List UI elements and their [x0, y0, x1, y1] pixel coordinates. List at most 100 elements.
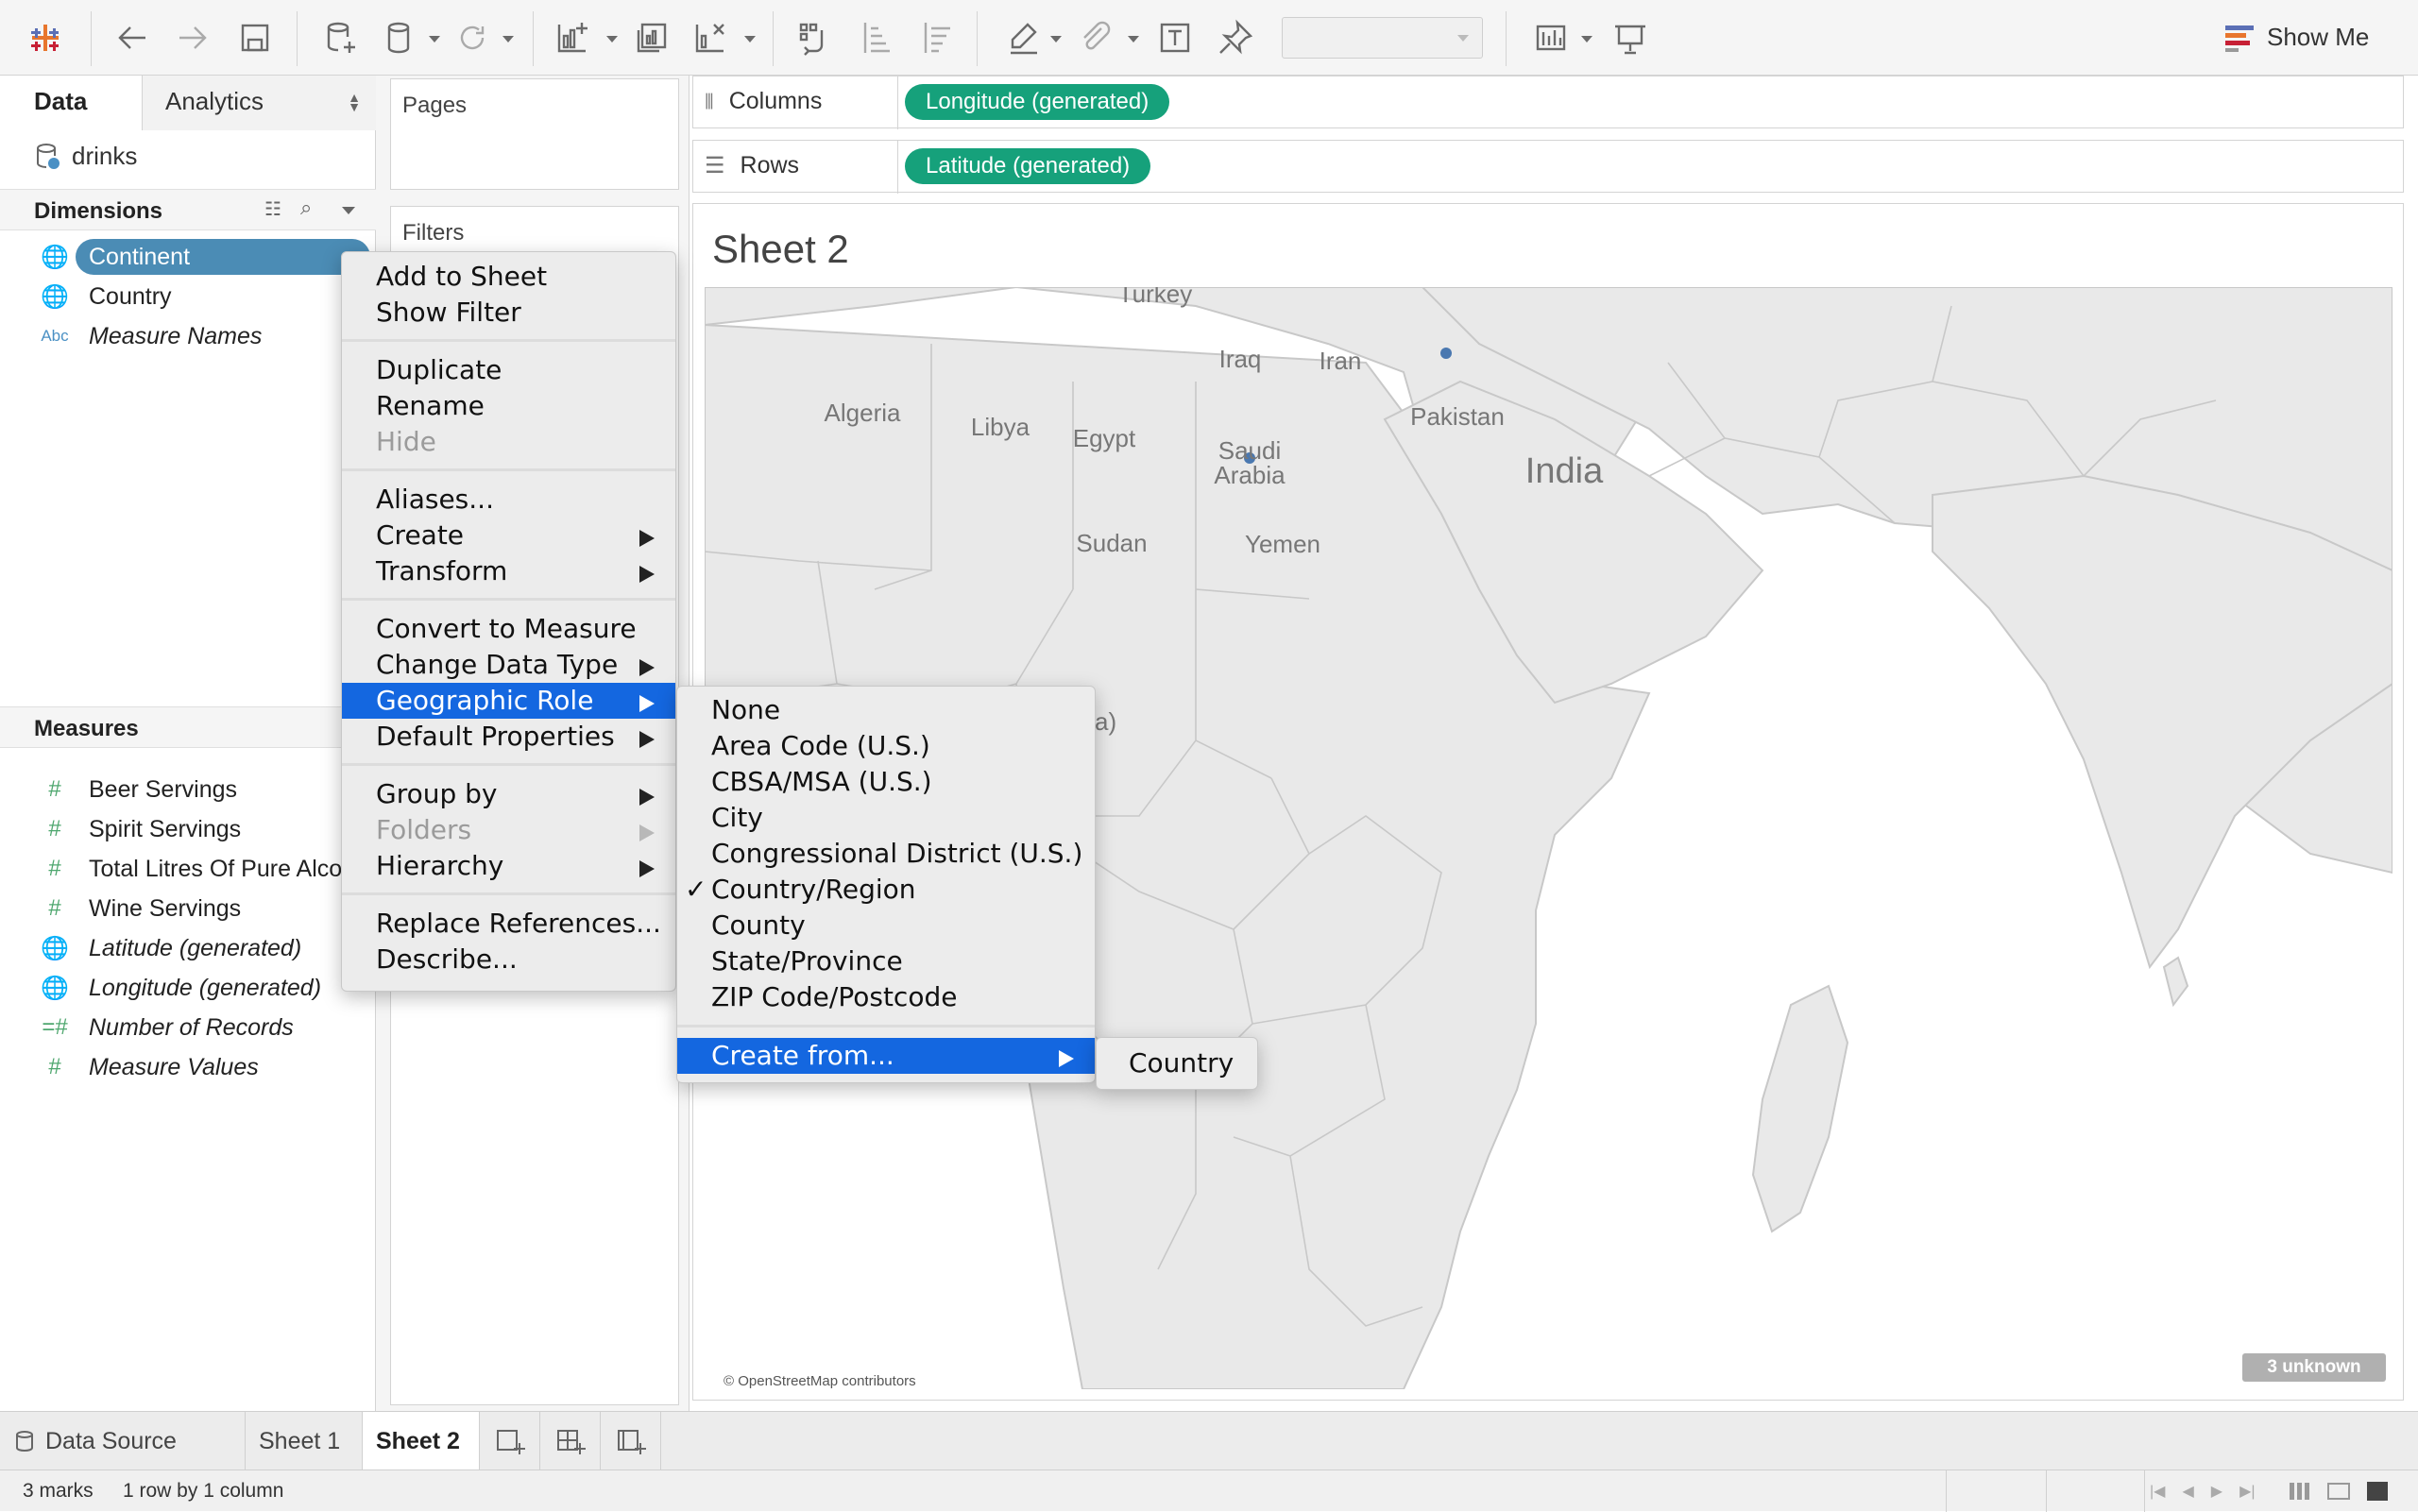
menu-describe[interactable]: Describe...	[342, 942, 675, 977]
menu-transform[interactable]: Transform	[342, 553, 675, 589]
filmstrip-view-icon[interactable]	[2327, 1483, 2350, 1500]
first-sheet-icon[interactable]: |◀	[2150, 1482, 2165, 1501]
tab-sheet-2[interactable]: Sheet 2	[363, 1412, 480, 1470]
undo-icon[interactable]	[111, 17, 153, 59]
last-sheet-icon[interactable]: ▶|	[2239, 1482, 2255, 1501]
datasource-icon[interactable]	[378, 17, 419, 59]
swap-icon[interactable]	[793, 17, 835, 59]
view-cards-icon[interactable]	[1530, 17, 1572, 59]
menu-add-to-sheet[interactable]: Add to Sheet	[342, 259, 675, 295]
geo-congressional-district[interactable]: Congressional District (U.S.)	[677, 836, 1095, 872]
menu-default-properties[interactable]: Default Properties	[342, 719, 675, 755]
save-icon[interactable]	[234, 17, 276, 59]
geo-city[interactable]: City	[677, 800, 1095, 836]
group-icon[interactable]	[1075, 17, 1116, 59]
geo-area-code[interactable]: Area Code (U.S.)	[677, 728, 1095, 764]
search-icon[interactable]: ⌕	[300, 195, 312, 220]
sort-ascending-icon[interactable]	[856, 17, 897, 59]
dimensions-menu-icon[interactable]	[342, 207, 355, 214]
field-longitude[interactable]: 🌐 Longitude (generated)	[38, 970, 321, 1006]
new-datasource-icon[interactable]	[319, 17, 361, 59]
menu-show-filter[interactable]: Show Filter	[342, 295, 675, 331]
geo-create-from[interactable]: Create from...	[677, 1038, 1095, 1074]
label-egypt: Egypt	[1073, 424, 1136, 452]
geo-state-province[interactable]: State/Province	[677, 943, 1095, 979]
fit-dropdown[interactable]	[1282, 17, 1483, 59]
group-dropdown-icon[interactable]	[1128, 36, 1139, 42]
tab-analytics[interactable]: Analytics ▲ ▼	[142, 76, 376, 130]
grid-view-icon[interactable]	[2290, 1483, 2310, 1500]
menu-aliases[interactable]: Aliases...	[342, 482, 675, 518]
columns-shelf[interactable]: ⦀ Columns Longitude (generated)	[692, 76, 2404, 129]
field-latitude[interactable]: 🌐 Latitude (generated)	[38, 930, 301, 966]
geo-cbsa-msa[interactable]: CBSA/MSA (U.S.)	[677, 764, 1095, 800]
label-saudi-arabia: Saudi Arabia	[1214, 436, 1286, 489]
field-label: Latitude (generated)	[89, 934, 302, 961]
menu-convert-to-measure[interactable]: Convert to Measure	[342, 611, 675, 647]
redo-icon[interactable]	[172, 17, 213, 59]
menu-geographic-role[interactable]: Geographic Role	[342, 683, 675, 719]
geo-county[interactable]: County	[677, 908, 1095, 943]
menu-replace-references[interactable]: Replace References...	[342, 906, 675, 942]
new-worksheet-dropdown-icon[interactable]	[606, 36, 618, 42]
sort-descending-icon[interactable]	[916, 17, 958, 59]
label-icon[interactable]	[1154, 17, 1196, 59]
field-wine-servings[interactable]: # Wine Servings	[38, 891, 241, 926]
menu-group-by[interactable]: Group by	[342, 776, 675, 812]
hash-icon: =#	[42, 1014, 68, 1040]
clear-sheet-icon[interactable]	[690, 17, 731, 59]
latitude-pill[interactable]: Latitude (generated)	[905, 148, 1151, 184]
measures-header: Measures	[0, 706, 376, 748]
geo-country-region-label: Country/Region	[711, 874, 916, 905]
sheet-title[interactable]: Sheet 2	[712, 227, 849, 272]
create-from-country[interactable]: Country	[1097, 1045, 1257, 1081]
menu-change-data-type[interactable]: Change Data Type	[342, 647, 675, 683]
geo-create-from-label: Create from...	[711, 1040, 894, 1071]
menu-hierarchy[interactable]: Hierarchy	[342, 848, 675, 884]
geo-country-region[interactable]: ✓ Country/Region	[677, 872, 1095, 908]
field-measure-values[interactable]: # Measure Values	[38, 1049, 258, 1085]
clear-dropdown-icon[interactable]	[744, 36, 756, 42]
unknown-badge[interactable]: 3 unknown	[2242, 1353, 2386, 1382]
geo-zip-code[interactable]: ZIP Code/Postcode	[677, 979, 1095, 1015]
tab-sheet-1[interactable]: Sheet 1	[246, 1412, 363, 1470]
list-view-icon[interactable]: ☷	[264, 197, 281, 221]
new-worksheet-tab-icon[interactable]	[480, 1412, 540, 1470]
menu-create[interactable]: Create	[342, 518, 675, 553]
refresh-icon[interactable]	[451, 17, 493, 59]
tab-data-source[interactable]: Data Source	[0, 1412, 246, 1470]
geo-none[interactable]: None	[677, 692, 1095, 728]
new-worksheet-icon[interactable]	[552, 17, 593, 59]
field-country[interactable]: 🌐 Country	[38, 279, 172, 314]
longitude-pill[interactable]: Longitude (generated)	[905, 84, 1170, 120]
tab-data[interactable]: Data	[0, 76, 142, 130]
field-measure-names[interactable]: Abc Measure Names	[38, 318, 262, 354]
highlight-icon[interactable]	[1003, 17, 1045, 59]
datasource-item[interactable]: drinks	[36, 142, 137, 171]
field-number-of-records[interactable]: =# Number of Records	[38, 1010, 293, 1045]
new-story-tab-icon[interactable]	[601, 1412, 661, 1470]
show-me-button[interactable]: Show Me	[2225, 23, 2369, 52]
prev-sheet-icon[interactable]: ◀	[2182, 1482, 2193, 1501]
field-beer-servings[interactable]: # Beer Servings	[38, 772, 237, 807]
datasource-dropdown-icon[interactable]	[429, 36, 440, 42]
menu-duplicate[interactable]: Duplicate	[342, 352, 675, 388]
pin-icon[interactable]	[1215, 17, 1256, 59]
pages-card[interactable]: Pages	[390, 78, 679, 190]
field-continent[interactable]: 🌐 Continent	[38, 239, 190, 275]
map-attribution[interactable]: © OpenStreetMap contributors	[724, 1373, 916, 1389]
menu-rename[interactable]: Rename	[342, 388, 675, 424]
view-cards-dropdown-icon[interactable]	[1581, 36, 1592, 42]
field-spirit-servings[interactable]: # Spirit Servings	[38, 811, 241, 847]
tabs-view-icon[interactable]	[2367, 1482, 2388, 1501]
tableau-logo-icon[interactable]	[26, 17, 64, 59]
field-total-litres[interactable]: # Total Litres Of Pure Alco..	[38, 851, 355, 887]
duplicate-sheet-icon[interactable]	[631, 17, 673, 59]
highlight-dropdown-icon[interactable]	[1050, 36, 1062, 42]
presentation-icon[interactable]	[1609, 17, 1651, 59]
menu-hierarchy-label: Hierarchy	[376, 850, 504, 881]
next-sheet-icon[interactable]: ▶	[2211, 1482, 2222, 1501]
new-dashboard-tab-icon[interactable]	[540, 1412, 601, 1470]
refresh-dropdown-icon[interactable]	[502, 36, 514, 42]
rows-shelf[interactable]: ☰ Rows Latitude (generated)	[692, 140, 2404, 194]
